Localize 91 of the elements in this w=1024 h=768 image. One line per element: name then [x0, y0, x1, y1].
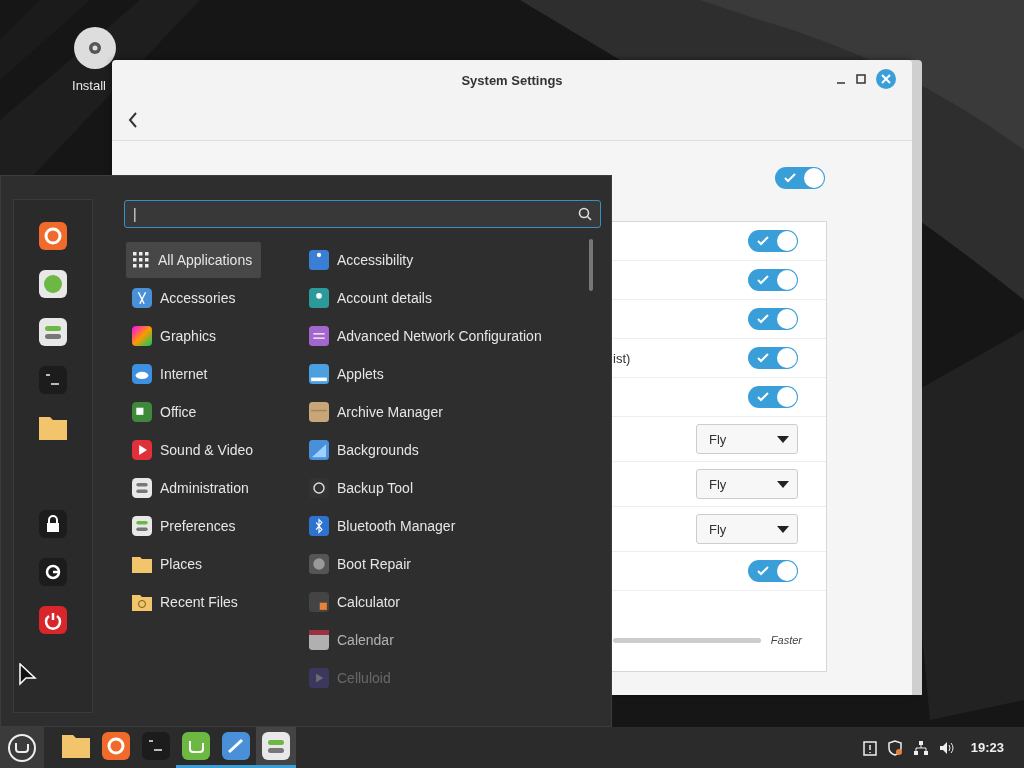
application-item[interactable]: Backup Tool [309, 470, 542, 506]
application-item[interactable]: Applets [309, 356, 542, 392]
browser-icon [102, 732, 130, 760]
category-item[interactable]: Accessories [126, 280, 261, 316]
caret-icon [777, 480, 789, 488]
toggle-switch[interactable] [775, 167, 825, 189]
category-item[interactable]: All Applications [126, 242, 261, 278]
category-item[interactable]: Preferences [126, 508, 261, 544]
scissors-icon [132, 288, 152, 308]
play-icon [309, 668, 329, 688]
close-icon[interactable] [876, 69, 896, 89]
taskbar-app[interactable] [256, 727, 296, 768]
row-label: ist) [613, 350, 631, 366]
dropdown[interactable]: Fly [696, 469, 798, 499]
scrollbar[interactable] [589, 239, 593, 291]
application-item[interactable]: Backgrounds [309, 432, 542, 468]
category-item[interactable]: Sound & Video [126, 432, 261, 468]
mouse-cursor-icon [19, 663, 37, 687]
toggle-switch[interactable] [748, 269, 798, 291]
toggle-switch[interactable] [748, 230, 798, 252]
browser-icon [39, 222, 67, 250]
maximize-icon[interactable] [856, 74, 866, 84]
shield-icon[interactable] [886, 739, 903, 756]
folder-icon [62, 732, 90, 760]
folder-icon [39, 414, 67, 442]
application-item[interactable]: Bluetooth Manager [309, 508, 542, 544]
box-icon [309, 402, 329, 422]
switches-icon [39, 318, 67, 346]
toggle-switch[interactable] [748, 560, 798, 582]
clock[interactable]: 19:23 [970, 740, 1004, 755]
terminal-icon [39, 366, 67, 394]
application-item[interactable]: Boot Repair [309, 546, 542, 582]
desktop-icon-label: Install [72, 78, 106, 93]
toggle-switch[interactable] [748, 308, 798, 330]
calendar-icon [309, 630, 329, 650]
picture-frame-icon [309, 440, 329, 460]
checkmark-icon [757, 275, 769, 285]
application-item[interactable]: Archive Manager [309, 394, 542, 430]
slider-end-label: Faster [770, 634, 802, 646]
logout-icon [39, 558, 67, 586]
category-item[interactable]: Recent Files [126, 584, 261, 620]
search-icon [578, 207, 592, 221]
folder-icon [132, 555, 152, 573]
category-item[interactable]: Administration [126, 470, 261, 506]
calculator-icon [309, 592, 329, 612]
document-icon [132, 402, 152, 422]
category-item[interactable]: Office [126, 394, 261, 430]
color-spectrum-icon [132, 326, 152, 346]
applets-icon [309, 364, 329, 384]
application-item[interactable]: Advanced Network Configuration [309, 318, 542, 354]
arrows-icon [309, 326, 329, 346]
search-field[interactable]: | [124, 200, 601, 228]
accessibility-icon [309, 250, 329, 270]
power-icon [39, 606, 67, 634]
application-item[interactable]: Account details [309, 280, 542, 316]
cloud-icon [132, 364, 152, 384]
toggle-switch[interactable] [748, 386, 798, 408]
back-icon[interactable] [128, 112, 138, 128]
person-icon [309, 288, 329, 308]
window-title: System Settings [461, 72, 563, 88]
folder-clock-icon [132, 593, 152, 611]
application-item[interactable]: Calendar [309, 622, 542, 658]
application-item[interactable]: Accessibility [309, 242, 542, 278]
checkmark-icon [757, 353, 769, 363]
terminal-icon [142, 732, 170, 760]
checkmark-icon [757, 314, 769, 324]
lock-icon [39, 510, 67, 538]
switches-icon [132, 516, 152, 536]
grid-icon [132, 251, 150, 269]
application-item[interactable]: Calculator [309, 584, 542, 620]
toggle-switch[interactable] [748, 347, 798, 369]
dropdown[interactable]: Fly [696, 514, 798, 544]
bluetooth-icon [309, 516, 329, 536]
clipboard-icon[interactable] [862, 739, 877, 756]
slider-track[interactable] [613, 637, 761, 643]
caret-icon [777, 435, 789, 443]
checkmark-icon [757, 392, 769, 402]
play-icon [132, 440, 152, 460]
menu-button[interactable] [0, 727, 44, 768]
category-item[interactable]: Places [126, 546, 261, 582]
category-item[interactable]: Graphics [126, 318, 261, 354]
switches-icon [132, 478, 152, 498]
checkmark-icon [757, 236, 769, 246]
switches-icon [262, 732, 290, 760]
checkmark-icon [784, 173, 796, 183]
dropdown[interactable]: Fly [696, 424, 798, 454]
caret-icon [777, 525, 789, 533]
category-item[interactable]: Internet [126, 356, 261, 392]
disc-icon[interactable] [73, 26, 117, 70]
network-icon[interactable] [912, 739, 929, 756]
checkmark-icon [757, 566, 769, 576]
